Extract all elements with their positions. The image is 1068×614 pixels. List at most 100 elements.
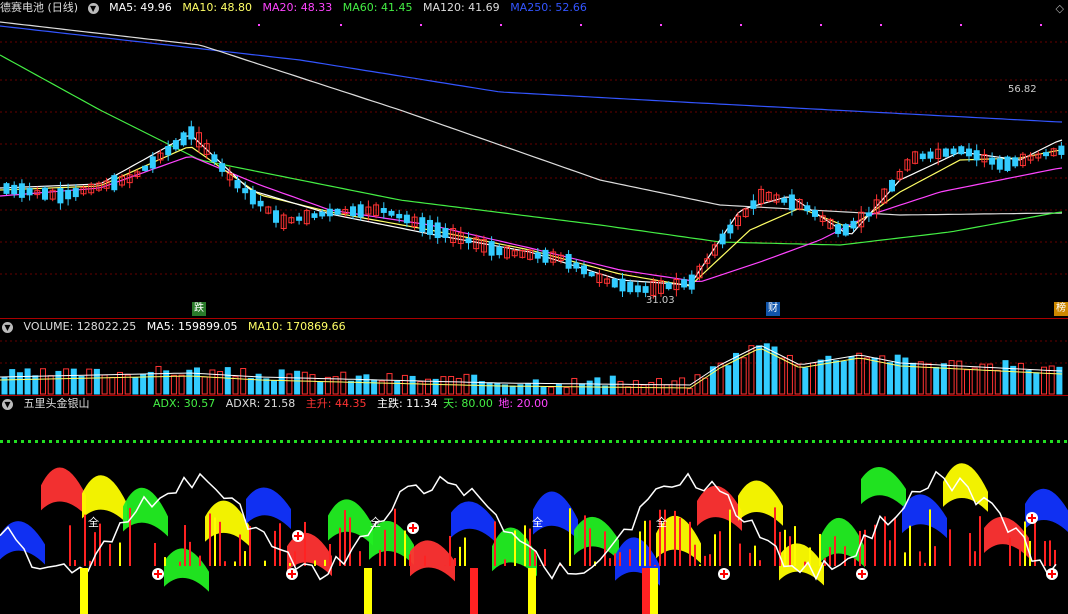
event-mark-bang[interactable]: 榜 (1054, 302, 1068, 316)
volume-bar (1002, 360, 1009, 395)
candle (788, 194, 795, 211)
signal-column (528, 568, 536, 614)
volume-bar (994, 369, 1001, 395)
ribbon-band (205, 500, 250, 547)
candle (65, 189, 72, 200)
ribbon-band (574, 516, 619, 561)
tian-dotline (301, 440, 304, 443)
signal-column (642, 568, 650, 614)
tian-dotline (574, 440, 577, 443)
tian-dotline (266, 440, 269, 443)
volume-bar (40, 368, 46, 395)
tian-dotline (399, 440, 402, 443)
volume-bar (894, 354, 901, 395)
candle (719, 233, 726, 245)
volume-bar (756, 345, 763, 395)
volume-bar (155, 365, 162, 395)
signal-dot (500, 24, 502, 26)
volume-bar (471, 374, 478, 395)
signal-dot (258, 24, 260, 26)
event-mark-cai[interactable]: 财 (766, 302, 780, 316)
volume-settings-icon[interactable]: ▼ (2, 321, 13, 333)
ribbon-band (820, 517, 865, 568)
ma20-label: MA20: 48.33 (262, 1, 333, 14)
tian-dotline (623, 440, 626, 443)
ribbon-band (697, 485, 742, 532)
adx-label: ADX: 30.57 (153, 397, 216, 410)
candle (180, 132, 187, 146)
candle (973, 150, 980, 161)
volume-bar (186, 369, 193, 395)
tian-dotline (357, 440, 360, 443)
tian-dotline (1036, 440, 1039, 443)
volume-bar (93, 368, 100, 395)
event-mark-die[interactable]: 跌 (192, 302, 206, 316)
tian-dotline (497, 440, 500, 443)
volume-bar (532, 379, 539, 395)
tian-dotline (413, 440, 416, 443)
signal-dot (960, 24, 962, 26)
tian-dotline (644, 440, 647, 443)
volume-bar (286, 373, 293, 395)
volume-bar (371, 379, 378, 395)
tian-dotline (21, 440, 24, 443)
candle (727, 224, 734, 234)
tian-dotline (105, 440, 108, 443)
volume-bar (240, 368, 247, 395)
candle (403, 214, 410, 224)
volume-bar (794, 364, 801, 395)
volume-bar (725, 365, 732, 395)
volume-bar (309, 374, 316, 395)
tian-dotline (140, 440, 143, 443)
tian-dotline (609, 440, 612, 443)
candle (427, 219, 433, 235)
volume-bar (271, 380, 277, 395)
tian-dotline (518, 440, 521, 443)
volume-bar (548, 386, 555, 395)
indicator-panel-settings-icon[interactable]: ▼ (2, 398, 13, 410)
volume-bar (987, 363, 994, 395)
signal-dot (740, 24, 742, 26)
volume-bar (663, 384, 670, 395)
candle (273, 210, 279, 223)
volume-bar (170, 374, 177, 395)
tian-dotline (791, 440, 794, 443)
tian-dotline (567, 440, 570, 443)
tian-dotline (742, 440, 745, 443)
ribbon-band (902, 494, 947, 539)
indicator-panel[interactable]: ▼ 五里头金银山 ADX: 30.57 ADXR: 21.58 主升: 44.3… (0, 396, 1068, 614)
tian-dotline (847, 440, 850, 443)
price-panel[interactable]: 德赛电池 (日线) ▼ MA5: 49.96 MA10: 48.80 MA20:… (0, 0, 1068, 318)
tian-dotline (378, 440, 381, 443)
price-legend: 德赛电池 (日线) ▼ MA5: 49.96 MA10: 48.80 MA20:… (0, 0, 594, 16)
signal-text: 全 (656, 515, 667, 529)
tian-dotline (434, 440, 437, 443)
candle (1012, 157, 1019, 167)
tian-dotline (980, 440, 983, 443)
tian-dotline (770, 440, 773, 443)
tian-dotline (7, 440, 10, 443)
signal-dot (580, 24, 582, 26)
volume-bar (47, 375, 54, 395)
volume-panel[interactable]: ▼ VOLUME: 128022.25 MA5: 159899.05 MA10:… (0, 319, 1068, 395)
tian-dotline (168, 440, 171, 443)
tian-dotline (126, 440, 129, 443)
candle (665, 282, 672, 290)
volume-bar (486, 382, 493, 395)
ribbon-band (41, 467, 86, 516)
tian-dotline (287, 440, 290, 443)
tian-dotline (154, 440, 157, 443)
candle (172, 140, 179, 150)
indicator-settings-icon[interactable]: ▼ (87, 2, 99, 14)
candle (257, 200, 264, 207)
zhudie-label: 主跌: 11.34 (376, 397, 438, 410)
candle (42, 187, 48, 200)
tian-dotline (693, 440, 696, 443)
volume-bar (1010, 365, 1017, 395)
signal-dot (1040, 24, 1042, 26)
tian-dotline (637, 440, 640, 443)
candle (111, 175, 118, 191)
volume-bar (879, 355, 886, 395)
volume-bar (910, 362, 917, 395)
indicator-legend: ▼ 五里头金银山 ADX: 30.57 ADXR: 21.58 主升: 44.3… (0, 396, 555, 412)
